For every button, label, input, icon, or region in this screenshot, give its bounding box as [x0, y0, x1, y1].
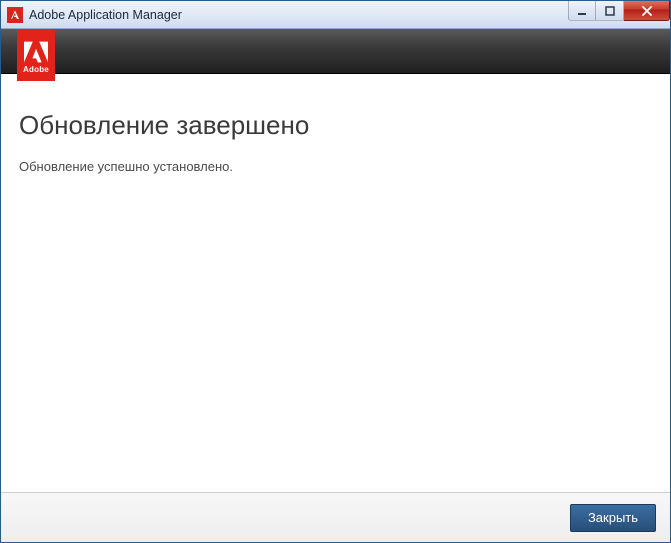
- adobe-logo: Adobe: [17, 29, 55, 81]
- window-titlebar[interactable]: Adobe Application Manager: [1, 1, 670, 29]
- adobe-brand-text: Adobe: [23, 65, 49, 74]
- close-button[interactable]: Закрыть: [570, 504, 656, 532]
- brand-header: Adobe: [1, 29, 670, 74]
- app-window: Adobe Application Manager Adobe Обновлен…: [0, 0, 671, 543]
- update-complete-heading: Обновление завершено: [19, 110, 652, 141]
- window-title: Adobe Application Manager: [29, 8, 568, 22]
- update-complete-message: Обновление успешно установлено.: [19, 159, 652, 174]
- adobe-a-icon: [24, 41, 48, 63]
- content-area: Обновление завершено Обновление успешно …: [1, 74, 670, 492]
- app-icon: [7, 7, 23, 23]
- window-close-button[interactable]: [624, 1, 670, 21]
- footer-bar: Закрыть: [1, 492, 670, 542]
- window-minimize-button[interactable]: [568, 1, 596, 21]
- window-controls: [568, 1, 670, 28]
- window-maximize-button[interactable]: [596, 1, 624, 21]
